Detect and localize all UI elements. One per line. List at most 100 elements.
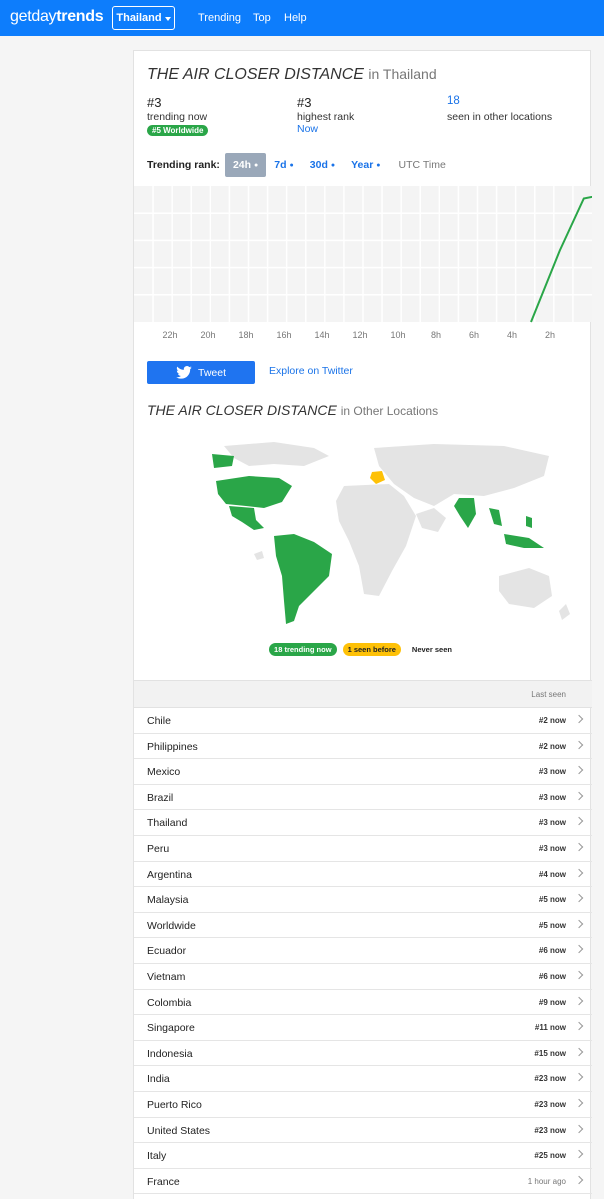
legend-never: Never seen (411, 645, 452, 654)
location-rank: #3 now (538, 767, 566, 777)
nav-help[interactable]: Help (284, 12, 307, 24)
brand-part2: trends (56, 8, 104, 25)
table-row[interactable]: Singapore #11 now (134, 1015, 592, 1041)
timeframe-7d[interactable]: 7d ● (266, 153, 302, 177)
other-locations-count[interactable]: 18 (447, 95, 460, 107)
other-locations-title: THE AIR CLOSER DISTANCE in Other Locatio… (147, 402, 438, 418)
navbar: getdaytrends Thailand Trending Top Help (0, 0, 604, 36)
table-row[interactable]: France 1 hour ago (134, 1169, 592, 1195)
last-seen-header: Last seen (531, 690, 566, 699)
caret-down-icon (164, 16, 171, 21)
nav-trending[interactable]: Trending (198, 12, 241, 24)
location-rank: 1 hour ago (527, 1176, 566, 1186)
x-tick-label: 4h (507, 330, 517, 340)
table-row[interactable]: Malaysia #5 now (134, 887, 592, 913)
x-tick-label: 8h (431, 330, 441, 340)
highest-rank: #3 (297, 95, 312, 110)
utc-time-toggle[interactable]: UTC Time (399, 159, 446, 171)
table-row[interactable]: Vietnam #6 now (134, 964, 592, 990)
tweet-button[interactable]: Tweet (147, 361, 255, 384)
table-row[interactable]: Ecuador #6 now (134, 938, 592, 964)
location-rank: #3 now (538, 818, 566, 828)
location-name: Indonesia (147, 1047, 193, 1060)
table-row[interactable]: Peru #3 now (134, 836, 592, 862)
timeframe-24h[interactable]: 24h ● (224, 153, 267, 177)
x-tick-label: 14h (314, 330, 329, 340)
map-never-seen (224, 442, 570, 620)
location-name: Puerto Rico (147, 1098, 202, 1111)
chevron-right-icon (574, 817, 584, 826)
timeframe-24h-label: 24h (232, 159, 252, 171)
country-dropdown[interactable]: Thailand (112, 6, 175, 30)
x-tick-label: 18h (238, 330, 253, 340)
brand-logo[interactable]: getdaytrends (10, 8, 104, 26)
list-header: Last seen (134, 680, 592, 708)
chevron-right-icon (574, 868, 584, 877)
map-seen-before (370, 471, 385, 484)
table-row[interactable]: Italy #25 now (134, 1143, 592, 1169)
table-row[interactable]: Philippines #2 now (134, 734, 592, 760)
location-rank: #4 now (538, 869, 566, 879)
location-rank: #3 now (538, 843, 566, 853)
chevron-right-icon (574, 842, 584, 852)
location-rank: #5 now (538, 920, 566, 930)
location-rank: #2 now (538, 741, 566, 751)
chevron-right-icon (574, 1073, 584, 1082)
location-name: Mexico (147, 766, 181, 779)
chevron-right-icon (574, 791, 584, 801)
location-name: Colombia (147, 996, 192, 1009)
location-name: Worldwide (147, 919, 196, 932)
trending-now-label: trending now (147, 111, 208, 123)
location-name: India (147, 1073, 170, 1086)
dot-icon: ● (254, 161, 259, 169)
timeframe-30d-label: 30d (309, 159, 328, 171)
highest-rank-label: highest rank (297, 111, 355, 123)
timeframe-7d-label: 7d (274, 159, 287, 171)
x-tick-label: 12h (352, 330, 367, 340)
worldwide-badge: #5 Worldwide (147, 125, 209, 136)
location-rank: #23 now (534, 1125, 566, 1135)
tweet-label: Tweet (197, 366, 226, 379)
twitter-bird-icon (176, 366, 192, 379)
x-tick-label: 10h (390, 330, 405, 340)
chevron-right-icon (574, 970, 584, 980)
location-rank: #3 now (538, 792, 566, 802)
location-name: Singapore (147, 1022, 195, 1035)
location-name: Philippines (147, 740, 198, 753)
location-name: Peru (147, 842, 170, 855)
location-rank: #9 now (538, 997, 566, 1007)
location-rank: #15 now (534, 1048, 566, 1058)
location-rank: #23 now (534, 1074, 566, 1084)
chevron-right-icon (574, 765, 584, 775)
table-row[interactable]: United States #23 now (134, 1118, 592, 1144)
location-rank: #5 now (538, 895, 566, 905)
table-row[interactable]: India #23 now (134, 1066, 592, 1092)
table-row[interactable]: Indonesia #15 now (134, 1041, 592, 1067)
table-row[interactable]: Brazil #3 now (134, 785, 592, 811)
timeframe-year[interactable]: Year ● (343, 153, 388, 177)
location-rank: #25 now (534, 1151, 566, 1161)
chevron-right-icon (574, 919, 584, 928)
map-legend: 18 trending now 1 seen before Never seen (134, 643, 592, 656)
x-tick-label: 6h (469, 330, 479, 340)
trend-chart: 22h 20h 18h 16h 14h 12h 10h 8h 6h 4h 2h (134, 186, 592, 340)
chevron-right-icon (574, 1047, 584, 1056)
other-locations-label: seen in other locations (447, 111, 553, 123)
chevron-right-icon (574, 714, 584, 724)
table-row[interactable]: Mexico #3 now (134, 759, 592, 785)
table-row[interactable]: Colombia #9 now (134, 990, 592, 1016)
chevron-right-icon (574, 1098, 584, 1108)
table-row[interactable]: Chile #2 now (134, 708, 592, 734)
chevron-right-icon (574, 1149, 584, 1159)
topic-name-2: THE AIR CLOSER DISTANCE (147, 402, 337, 418)
topic-location: in Thailand (368, 66, 437, 82)
table-row[interactable]: Worldwide #5 now (134, 913, 592, 939)
table-row[interactable]: Puerto Rico #23 now (134, 1092, 592, 1118)
table-row[interactable]: Argentina #4 now (134, 862, 592, 888)
chevron-right-icon (574, 1124, 584, 1133)
nav-top[interactable]: Top (253, 12, 271, 24)
table-row[interactable]: Thailand #3 now (134, 810, 592, 836)
page-title: THE AIR CLOSER DISTANCE in Thailand (147, 66, 437, 84)
explore-on-twitter-link[interactable]: Explore on Twitter (269, 365, 353, 377)
timeframe-30d[interactable]: 30d ● (302, 153, 343, 177)
